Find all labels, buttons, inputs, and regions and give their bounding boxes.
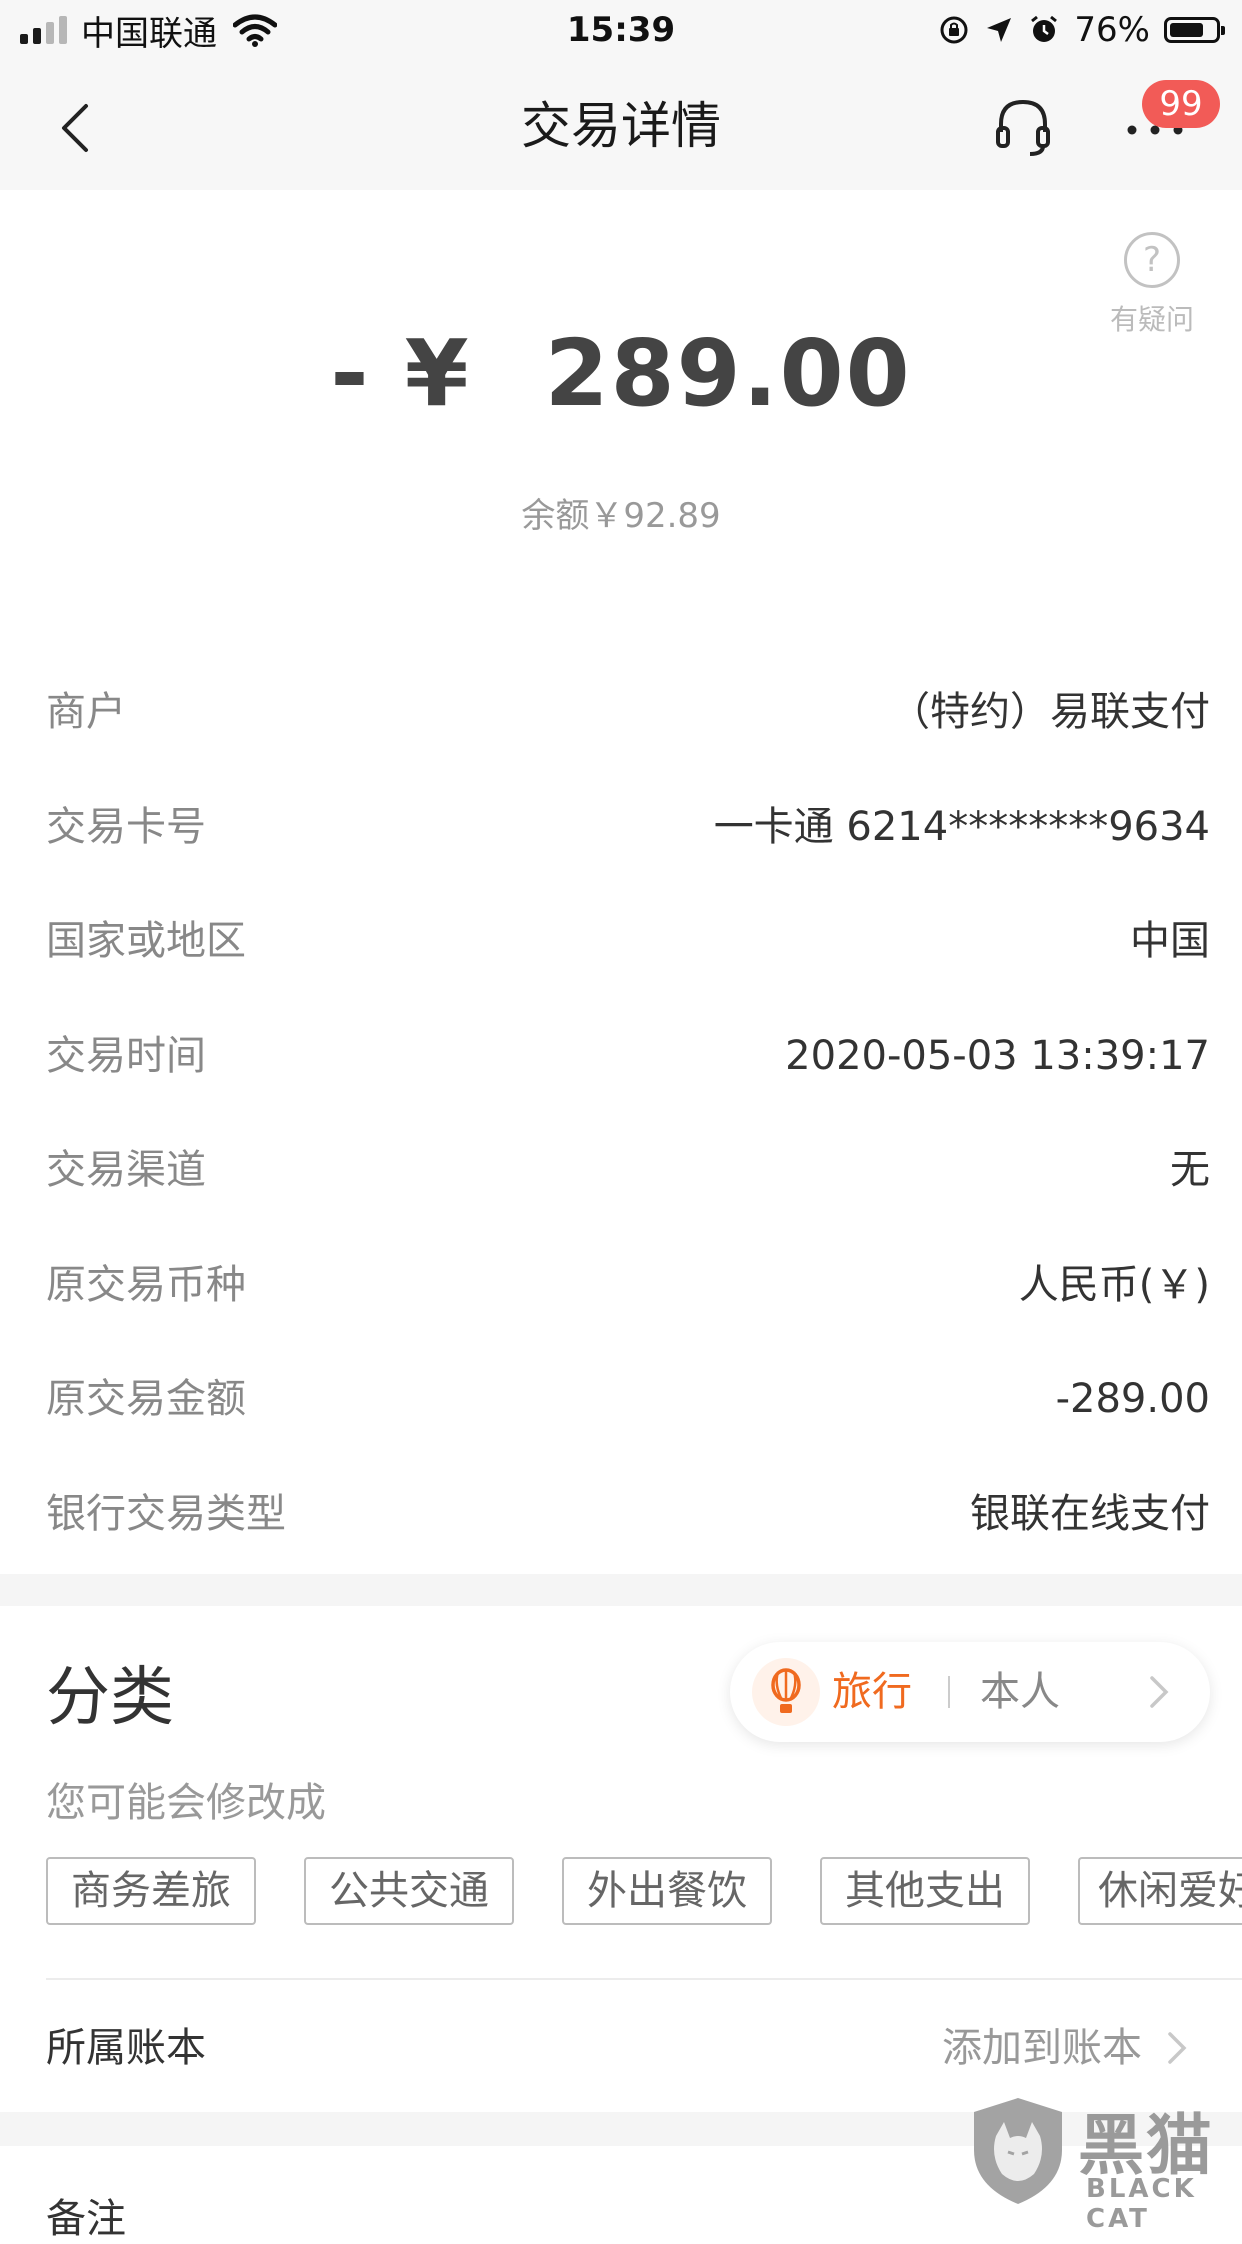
headset-icon[interactable] xyxy=(992,96,1054,158)
detail-row-merchant: 商户 （特约）易联支付 xyxy=(0,655,1242,770)
balance-text: 余额￥92.89 xyxy=(521,496,721,536)
detail-row-channel: 交易渠道 无 xyxy=(0,1113,1242,1228)
notification-badge: 99 xyxy=(1142,80,1220,128)
category-selector[interactable]: 旅行 本人 xyxy=(730,1642,1210,1742)
page-title: 交易详情 xyxy=(521,97,721,155)
category-suggestion-tag[interactable]: 外出餐饮 xyxy=(562,1857,772,1925)
cat-shield-icon xyxy=(974,2098,1062,2204)
status-right: 76% xyxy=(938,8,1225,52)
detail-value: 2020-05-03 13:39:17 xyxy=(785,1032,1210,1079)
nav-bar: 交易详情 99 xyxy=(0,62,1242,190)
detail-row-card: 交易卡号 一卡通 6214********9634 xyxy=(0,770,1242,885)
detail-label: 银行交易类型 xyxy=(46,1490,286,1537)
detail-row-currency: 原交易币种 人民币(￥) xyxy=(0,1228,1242,1343)
detail-value: 无 xyxy=(1170,1147,1210,1193)
pill-divider xyxy=(948,1676,950,1708)
detail-row-type: 银行交易类型 银联在线支付 xyxy=(0,1457,1242,1572)
detail-label: 交易卡号 xyxy=(46,803,206,850)
category-owner: 本人 xyxy=(980,1669,1060,1715)
watermark-en: BLACK CAT xyxy=(1086,2174,1197,2234)
status-bar: 中国联通 15:39 76% xyxy=(0,0,1242,62)
category-suggestion-tag[interactable]: 休闲爱好 xyxy=(1078,1857,1242,1925)
orientation-lock-icon xyxy=(940,16,968,44)
detail-value: 银联在线支付 xyxy=(970,1490,1210,1537)
detail-value: 中国 xyxy=(1130,918,1210,964)
category-name: 旅行 xyxy=(832,1669,912,1715)
back-icon[interactable] xyxy=(48,98,108,158)
detail-value: -289.00 xyxy=(1055,1376,1210,1422)
category-title: 分类 xyxy=(46,1661,174,1735)
detail-label: 原交易金额 xyxy=(46,1376,246,1422)
detail-value: 人民币(￥) xyxy=(1018,1261,1210,1308)
detail-label: 交易渠道 xyxy=(46,1147,206,1193)
detail-label: 原交易币种 xyxy=(46,1261,246,1308)
detail-row-region: 国家或地区 中国 xyxy=(0,884,1242,999)
category-suggestion-tag[interactable]: 其他支出 xyxy=(820,1857,1030,1925)
category-suggestion-tag[interactable]: 商务差旅 xyxy=(46,1857,256,1925)
amount-currency: ¥ xyxy=(404,320,471,427)
balloon-icon xyxy=(752,1658,820,1726)
detail-value: 一卡通 6214********9634 xyxy=(713,803,1210,850)
amount-sign: - xyxy=(330,320,371,427)
section-separator xyxy=(0,1574,1242,1606)
transaction-amount: - ¥ 289.00 xyxy=(0,320,1242,427)
divider-line xyxy=(46,1978,1242,1980)
battery-icon xyxy=(1164,17,1225,43)
location-icon xyxy=(987,18,1012,42)
notes-label: 备注 xyxy=(46,2196,126,2242)
ledger-label: 所属账本 xyxy=(46,2025,206,2071)
detail-row-time: 交易时间 2020-05-03 13:39:17 xyxy=(0,999,1242,1114)
detail-label: 商户 xyxy=(46,689,126,735)
suggestion-label: 您可能会修改成 xyxy=(46,1780,326,1826)
detail-label: 国家或地区 xyxy=(46,918,246,964)
detail-label: 交易时间 xyxy=(46,1032,206,1079)
detail-list: 商户 （特约）易联支付 交易卡号 一卡通 6214********9634 国家… xyxy=(0,655,1242,1571)
question-icon: ? xyxy=(1124,232,1180,288)
watermark: 黑猫 BLACK CAT xyxy=(968,2090,1242,2234)
battery-percent: 76% xyxy=(1074,10,1150,50)
detail-value: （特约）易联支付 xyxy=(890,689,1210,735)
add-to-ledger-button[interactable]: 添加到账本 xyxy=(942,2020,1142,2076)
category-suggestion-tag[interactable]: 公共交通 xyxy=(304,1857,514,1925)
alarm-icon xyxy=(1031,15,1058,42)
detail-row-original-amount: 原交易金额 -289.00 xyxy=(0,1342,1242,1457)
chevron-right-icon[interactable] xyxy=(1156,2028,1196,2068)
chevron-right-icon xyxy=(1150,1676,1169,1708)
amount-value: 289.00 xyxy=(544,320,912,427)
